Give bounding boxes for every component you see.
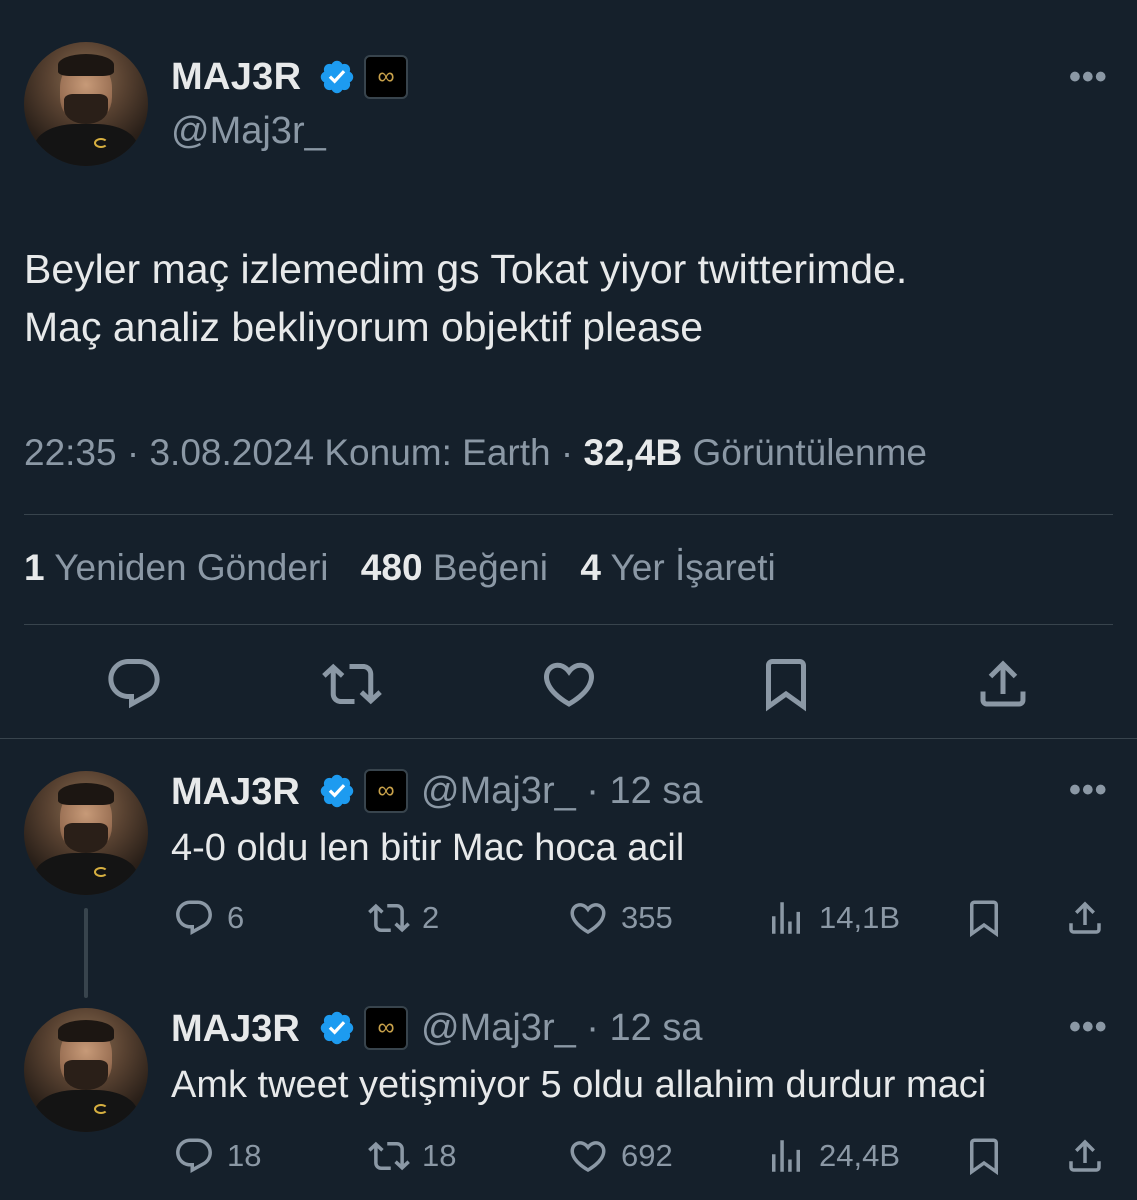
heart-icon <box>543 662 595 707</box>
bookmark-icon <box>970 900 998 938</box>
tweet-location: Konum: Earth <box>324 432 551 473</box>
tweet-stats: 1 Yeniden Gönderi 480 Beğeni 4 Yer İşare… <box>24 547 776 589</box>
reply-button[interactable] <box>104 654 164 714</box>
like-button[interactable] <box>539 654 599 714</box>
reply-button[interactable]: 6 <box>173 897 244 939</box>
bookmark-button[interactable] <box>963 1135 1017 1177</box>
views-button[interactable]: 14,1B <box>765 897 900 939</box>
tweet-time[interactable]: 22:35 <box>24 432 117 473</box>
bookmark-icon <box>766 659 806 712</box>
more-icon[interactable]: ••• <box>1069 771 1108 810</box>
bookmark-button[interactable] <box>756 654 816 714</box>
reply-text: 4-0 oldu len bitir Mac hoca acil <box>171 827 685 869</box>
author-handle[interactable]: @Maj3r_ <box>171 110 326 153</box>
reply-count: 6 <box>227 900 245 935</box>
bookmarks-stat[interactable]: 4 Yer İşareti <box>580 547 775 588</box>
repost-icon <box>368 903 410 933</box>
share-icon <box>1069 1139 1101 1172</box>
divider <box>24 624 1113 625</box>
bookmark-icon <box>970 1138 998 1176</box>
tweet-text-line: Maç analiz bekliyorum objektif please <box>24 304 704 350</box>
views-button[interactable]: 24,4B <box>765 1135 900 1177</box>
views-count: 32,4B <box>583 432 683 473</box>
avatar[interactable] <box>24 771 148 895</box>
reply-text: Amk tweet yetişmiyor 5 oldu allahim durd… <box>171 1064 987 1106</box>
infinity-icon: ∞ <box>364 769 408 813</box>
reply-author-name[interactable]: MAJ3R <box>171 771 300 814</box>
share-icon <box>980 660 1026 707</box>
like-button[interactable]: 355 <box>567 897 673 939</box>
heart-icon <box>570 903 606 935</box>
separator: · <box>560 432 584 473</box>
divider <box>0 738 1137 739</box>
reply-author-handle[interactable]: @Maj3r_ · 12 sa <box>421 1007 702 1050</box>
more-icon[interactable]: ••• <box>1069 58 1108 97</box>
reply-icon <box>176 1138 212 1173</box>
repost-icon <box>368 1141 410 1171</box>
tweet-date[interactable]: 3.08.2024 <box>149 432 314 473</box>
verified-badge-icon <box>320 1011 354 1045</box>
verified-badge-icon <box>320 774 354 808</box>
thread-line <box>84 908 88 998</box>
infinity-icon: ∞ <box>364 1006 408 1050</box>
infinity-icon: ∞ <box>364 55 408 99</box>
reposts-stat[interactable]: 1 Yeniden Gönderi <box>24 547 329 588</box>
views-icon <box>772 1140 800 1172</box>
repost-count: 18 <box>422 1138 457 1173</box>
more-icon[interactable]: ••• <box>1069 1008 1108 1047</box>
repost-button[interactable]: 18 <box>368 1135 456 1177</box>
reply-author-handle[interactable]: @Maj3r_ · 12 sa <box>421 770 702 813</box>
like-count: 692 <box>621 1138 673 1173</box>
views-icon <box>772 902 800 934</box>
repost-button[interactable] <box>322 654 382 714</box>
reply-author-name[interactable]: MAJ3R <box>171 1008 300 1051</box>
tweet-text: Beyler maç izlemedim gs Tokat yiyor twit… <box>24 240 1114 356</box>
divider <box>24 514 1113 515</box>
share-button[interactable] <box>973 654 1033 714</box>
repost-count: 2 <box>422 900 440 935</box>
views-count: 14,1B <box>819 900 901 935</box>
likes-stat[interactable]: 480 Beğeni <box>361 547 548 588</box>
verified-badge-icon <box>320 60 354 94</box>
views-label: Görüntülenme <box>692 432 927 473</box>
separator: · <box>126 432 150 473</box>
heart-icon <box>570 1141 606 1173</box>
share-button[interactable] <box>1064 1135 1118 1177</box>
views-count: 24,4B <box>819 1138 901 1173</box>
repost-icon <box>322 663 382 705</box>
reply-button[interactable]: 18 <box>173 1135 261 1177</box>
avatar[interactable] <box>24 1008 148 1132</box>
bookmark-button[interactable] <box>963 897 1017 939</box>
avatar[interactable] <box>24 42 148 166</box>
repost-button[interactable]: 2 <box>368 897 439 939</box>
like-count: 355 <box>621 900 673 935</box>
reply-icon <box>108 659 160 709</box>
like-button[interactable]: 692 <box>567 1135 673 1177</box>
share-button[interactable] <box>1064 897 1118 939</box>
tweet-meta: 22:35 · 3.08.2024 Konum: Earth · 32,4B G… <box>24 432 927 474</box>
author-name[interactable]: MAJ3R <box>171 56 301 99</box>
share-icon <box>1069 901 1101 934</box>
reply-count: 18 <box>227 1138 262 1173</box>
reply-icon <box>176 900 212 935</box>
tweet-text-line: Beyler maç izlemedim gs Tokat yiyor twit… <box>24 246 908 292</box>
